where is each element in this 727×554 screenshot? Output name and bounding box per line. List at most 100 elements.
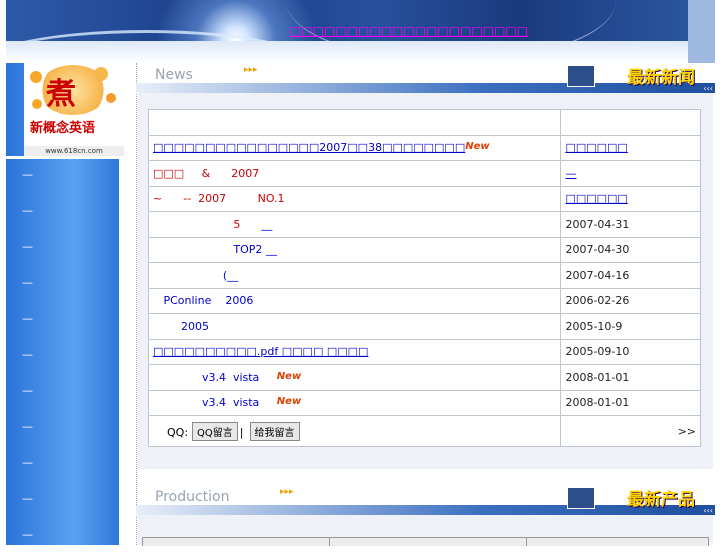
news-title-cell: 2005 [147,313,562,340]
sidebar-item[interactable]: — [6,446,119,482]
sidebar-item-marker: — [22,420,33,433]
news-link[interactable]: ~ -- 2007 NO.1 [153,192,285,205]
news-title-cell: □□□ & 2007 [147,160,562,187]
news-meta: 2007-04-30 [565,243,630,257]
news-title-cell: (__ [147,262,562,289]
news-row: PConline 2006 2006-02-26 [147,287,701,314]
product-corner-arrows: ‹‹‹ [703,506,713,515]
news-title-cell: □□□□□□□□□□.pdf □□□□ □□□□ [147,338,562,365]
news-row: TOP2 __ 2007-04-30 [147,236,701,263]
more-link[interactable]: >> [678,425,696,438]
left-sidebar: 煮 新概念英语 www.618cn.com — — — — — — — — — — — [6,63,124,545]
news-link[interactable]: PConline 2006 [153,294,253,307]
product-icon [567,487,595,509]
table-header-row [147,109,701,136]
news-link[interactable]: □□□□□□□□□□.pdf □□□□ □□□□ [153,345,368,358]
leave-message-button[interactable]: 给我留言 [249,421,300,441]
main-content: News ▸▸▸ 最新新闻 ‹‹‹ □□□□□□□□□□□□□□□□2007□□… [136,63,715,546]
news-link[interactable]: □□□ [153,167,184,180]
news-date-cell: 2007-04-30 [560,236,701,263]
news-row: (__ 2007-04-16 [147,262,701,289]
banner-link[interactable]: □□□□□□□□□□□□□□□□□□□□□ [290,24,528,38]
qq-row: QQ: QQ留言 | 给我留言 >> [147,415,701,447]
product-header: Production ▸▸▸ 最新产品 ‹‹‹ [136,485,715,515]
news-row: □□□□□□□□□□.pdf □□□□ □□□□ 2005-09-10 [147,338,701,365]
news-link[interactable]: 5 [153,218,261,231]
sidebar-item[interactable]: — [6,374,119,410]
news-title-cell: PConline 2006 [147,287,562,314]
news-title-cell: v3.4 vista New [147,364,562,391]
news-date-cell: 2006-02-26 [560,287,701,314]
sidebar-item[interactable]: — [6,302,119,338]
sidebar-item[interactable]: — [6,230,119,266]
news-corner-arrows: ‹‹‹ [703,84,713,93]
sidebar-item[interactable]: — [6,338,119,374]
news-date-cell: 2008-01-01 [560,389,701,416]
sidebar-item-marker: — [22,276,33,289]
news-meta[interactable]: — [565,167,576,180]
news-title-cn: 最新新闻 [627,68,695,88]
news-icon [567,65,595,87]
sidebar-item-marker: — [22,528,33,541]
news-row: v3.4 vista New 2008-01-01 [147,364,701,391]
news-date-cell: — [560,160,701,187]
sidebar-item-marker: — [22,168,33,181]
news-link[interactable]: ( [153,269,227,282]
sidebar-item-marker: — [22,240,33,253]
logo-url: www.618cn.com [24,146,124,156]
news-link[interactable]: 2005 [153,320,209,333]
logo-char: 煮 [46,77,76,112]
news-meta: 2008-01-01 [565,370,630,384]
logo-ball [106,93,116,103]
logo-name: 新概念英语 [30,121,96,136]
sidebar-nav: — — — — — — — — — — — [6,158,119,554]
news-title-cell: □□□□□□□□□□□□□□□□2007□□38□□□□□□□□New [147,134,562,161]
sidebar-item[interactable]: — [6,158,119,194]
news-link[interactable]: __ [227,269,238,282]
news-meta: 2005-10-9 [565,319,623,333]
news-header: News ▸▸▸ 最新新闻 ‹‹‹ [136,63,715,93]
sidebar-item[interactable]: — [6,194,119,230]
news-title-cell: ~ -- 2007 NO.1 [147,185,562,212]
product-title-en: Production [155,489,230,505]
news-meta[interactable]: □□□□□□ [565,192,627,205]
news-row: □□□ & 2007— [147,160,701,187]
news-date-cell: □□□□□□ [560,134,701,161]
top-banner: □□□□□□□□□□□□□□□□□□□□□ [6,0,688,63]
sidebar-item-marker: — [22,348,33,361]
news-link[interactable]: TOP2 [153,243,266,256]
new-badge: New [465,141,490,153]
sidebar-item-marker: — [22,204,33,217]
qq-label: QQ: [167,425,189,439]
qq-separator: | [239,425,244,439]
news-link[interactable]: v3.4 vista [153,371,277,384]
product-arrows: ▸▸▸ [280,487,294,497]
sidebar-item[interactable]: — [6,266,119,302]
news-link[interactable]: __ [261,218,272,231]
sidebar-item[interactable]: — [6,410,119,446]
news-link[interactable]: v3.4 vista [153,396,277,409]
news-link[interactable]: __ [266,243,277,256]
qq-message-button[interactable]: QQ留言 [192,421,238,441]
news-arrows: ▸▸▸ [244,65,258,75]
news-row: 5 __ 2007-04-31 [147,211,701,238]
sidebar-item[interactable]: — [6,482,119,518]
product-title-cn: 最新产品 [627,490,695,510]
news-date-cell: 2008-01-01 [560,364,701,391]
news-title-en: News [155,67,193,83]
qq-cell: QQ: QQ留言 | 给我留言 [147,415,562,447]
news-row: □□□□□□□□□□□□□□□□2007□□38□□□□□□□□New □□□□□… [147,134,701,161]
news-date-cell: □□□□□□ [560,185,701,212]
news-meta: 2005-09-10 [565,345,630,359]
news-meta: 2007-04-31 [565,217,630,231]
sidebar-item[interactable]: — [6,518,119,554]
news-meta: 2006-02-26 [565,294,630,308]
news-link[interactable]: □□□□□□□□□□□□□□□□2007□□38□□□□□□□□ [153,141,465,154]
news-date-cell: 2007-04-31 [560,211,701,238]
site-logo[interactable]: 煮 新概念英语 www.618cn.com [24,63,124,156]
news-link[interactable]: & 2007 [184,167,260,180]
news-meta[interactable]: □□□□□□ [565,141,627,154]
news-row: v3.4 vista New 2008-01-01 [147,389,701,416]
news-date-cell: 2007-04-16 [560,262,701,289]
news-row: 2005 2005-10-9 [147,313,701,340]
